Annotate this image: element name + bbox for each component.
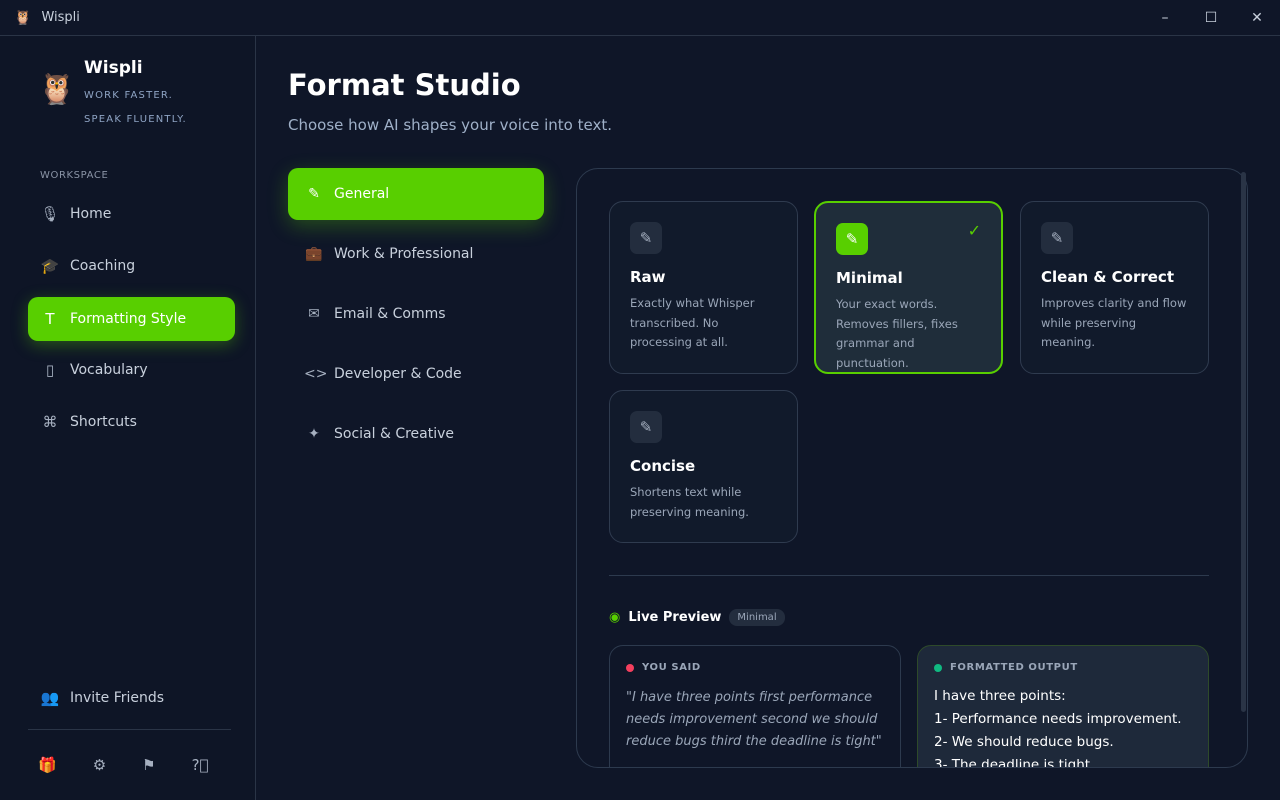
- brand-tagline-1: WORK FASTER.: [84, 90, 173, 101]
- divider: [28, 729, 231, 730]
- styles-panel: ✎ Raw Exactly what Whisper transcribed. No…: [576, 168, 1248, 768]
- category-label: Work & Professional: [334, 246, 473, 262]
- eye-icon: ◉: [609, 610, 620, 625]
- output-line: 3- The deadline is tight.: [934, 754, 1192, 768]
- nav-label: Home: [70, 206, 111, 222]
- category-developer-code[interactable]: <> Developer & Code: [288, 348, 544, 400]
- live-preview-header: ◉ Live Preview Minimal: [609, 609, 785, 626]
- formatted-output-label: FORMATTED OUTPUT: [950, 662, 1078, 673]
- brand-name: Wispli: [84, 58, 143, 78]
- category-label: Email & Comms: [334, 306, 446, 322]
- page-title: Format Studio: [288, 68, 612, 102]
- category-label: Social & Creative: [334, 426, 454, 442]
- formatted-output-card: FORMATTED OUTPUT I have three points: 1-…: [917, 645, 1209, 768]
- briefcase-icon: 💼: [304, 246, 324, 262]
- mail-icon: ✉: [304, 306, 324, 322]
- window-title: Wispli: [41, 10, 79, 25]
- sidebar-item-shortcuts[interactable]: ⌘ Shortcuts: [28, 400, 235, 444]
- category-label: General: [334, 186, 389, 202]
- divider: [609, 575, 1209, 576]
- brand-tagline-2: SPEAK FLUENTLY.: [84, 114, 187, 125]
- style-card-concise[interactable]: ✎ Concise Shortens text while preserving m…: [609, 390, 798, 543]
- style-title: Concise: [630, 457, 777, 475]
- feather-icon: ✎: [836, 223, 868, 255]
- graduation-cap-icon: 🎓: [40, 257, 60, 275]
- maximize-button[interactable]: ☐: [1188, 0, 1234, 36]
- invite-friends-button[interactable]: 👥 Invite Friends: [28, 676, 235, 720]
- title-bar: 🦉 Wispli – ☐ ✕: [0, 0, 1280, 36]
- you-said-label: YOU SAID: [642, 662, 701, 673]
- output-line: 2- We should reduce bugs.: [934, 731, 1192, 754]
- page-subtitle: Choose how AI shapes your voice into tex…: [288, 116, 612, 134]
- you-said-card: YOU SAID "I have three points first perf…: [609, 645, 901, 768]
- output-line: 1- Performance needs improvement.: [934, 708, 1192, 731]
- style-title: Raw: [630, 268, 777, 286]
- section-label: WORKSPACE: [40, 170, 108, 181]
- gift-icon[interactable]: 🎁: [38, 756, 57, 774]
- style-card-minimal[interactable]: ✎ ✓ Minimal Your exact words. Removes fille…: [814, 201, 1003, 374]
- output-line: I have three points:: [934, 685, 1192, 708]
- command-icon: ⌘: [40, 413, 60, 431]
- code-icon: <>: [304, 366, 324, 382]
- sidebar-item-vocabulary[interactable]: ▯ Vocabulary: [28, 348, 235, 392]
- owl-logo-icon: 🦉: [38, 72, 75, 107]
- nav-label: Coaching: [70, 258, 135, 274]
- scrollbar[interactable]: [1241, 172, 1246, 712]
- minimize-button[interactable]: –: [1142, 0, 1188, 36]
- style-desc: Improves clarity and flow while preservi…: [1041, 294, 1188, 353]
- feather-icon: ✎: [630, 222, 662, 254]
- nav-label: Vocabulary: [70, 362, 148, 378]
- style-desc: Your exact words. Removes fillers, fixes…: [836, 295, 981, 373]
- sidebar: 🦉 Wispli WORK FASTER. SPEAK FLUENTLY. WO…: [0, 36, 256, 800]
- red-dot-icon: [626, 664, 634, 672]
- book-icon: ▯: [40, 361, 60, 379]
- feather-icon: ✎: [304, 186, 324, 202]
- category-social-creative[interactable]: ✦ Social & Creative: [288, 408, 544, 460]
- flag-icon[interactable]: ⚑: [142, 756, 155, 774]
- live-preview-label: Live Preview: [628, 610, 721, 625]
- sidebar-item-home[interactable]: 🎙 Home: [28, 192, 235, 236]
- owl-logo-icon: 🦉: [14, 10, 31, 26]
- category-email-comms[interactable]: ✉ Email & Comms: [288, 288, 544, 340]
- feather-icon: ✎: [1041, 222, 1073, 254]
- you-said-text: "I have three points first performance n…: [626, 687, 884, 753]
- sparkles-icon: ✦: [304, 426, 324, 442]
- microphone-icon: 🎙: [40, 205, 60, 223]
- feather-icon: ✎: [630, 411, 662, 443]
- close-button[interactable]: ✕: [1234, 0, 1280, 36]
- style-title: Clean & Correct: [1041, 268, 1188, 286]
- category-label: Developer & Code: [334, 366, 462, 382]
- style-desc: Shortens text while preserving meaning.: [630, 483, 777, 522]
- style-card-clean-correct[interactable]: ✎ Clean & Correct Improves clarity and flo…: [1020, 201, 1209, 374]
- text-icon: T: [40, 310, 60, 328]
- green-dot-icon: [934, 664, 942, 672]
- sidebar-item-formatting-style[interactable]: T Formatting Style: [28, 297, 235, 341]
- style-desc: Exactly what Whisper transcribed. No pro…: [630, 294, 777, 353]
- style-card-raw[interactable]: ✎ Raw Exactly what Whisper transcribed. No…: [609, 201, 798, 374]
- users-icon: 👥: [40, 689, 60, 707]
- nav-label: Formatting Style: [70, 311, 186, 327]
- check-icon: ✓: [968, 221, 981, 240]
- category-work-professional[interactable]: 💼 Work & Professional: [288, 228, 544, 280]
- category-general[interactable]: ✎ General: [288, 168, 544, 220]
- nav-label: Invite Friends: [70, 690, 164, 706]
- nav-label: Shortcuts: [70, 414, 137, 430]
- style-title: Minimal: [836, 269, 981, 287]
- gear-icon[interactable]: ⚙: [93, 756, 106, 774]
- sidebar-item-coaching[interactable]: 🎓 Coaching: [28, 244, 235, 288]
- style-badge: Minimal: [729, 609, 784, 626]
- help-icon[interactable]: ?⃝: [192, 756, 209, 774]
